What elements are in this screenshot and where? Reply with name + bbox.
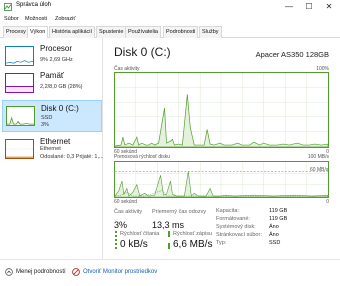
property-label: Systémový disk: bbox=[216, 224, 256, 230]
capacity-value: 119 GB bbox=[269, 208, 288, 214]
transfer-rate-graph-max: 100 MB/s bbox=[307, 154, 329, 160]
footer-bar: Menej podrobností Otvoriť Monitor prostr… bbox=[0, 259, 340, 286]
response-time-value: 13,3 ms bbox=[152, 220, 185, 230]
tab-startup[interactable]: Spustenie bbox=[96, 26, 127, 38]
disk-thumbnail-graph bbox=[6, 106, 35, 126]
tab-app-history[interactable]: História aplikácií bbox=[49, 26, 96, 38]
memory-thumbnail-graph bbox=[5, 73, 34, 93]
sidebar-item-label: Pamäť bbox=[40, 71, 64, 80]
transfer-rate-scale: 60 MB/s bbox=[310, 167, 329, 173]
active-time-graph bbox=[114, 72, 329, 148]
page-title: Disk 0 (C:) bbox=[114, 45, 171, 59]
formatted-value: 119 GB bbox=[269, 216, 288, 222]
title-bar: Správca úloh — ☐ ✕ bbox=[0, 0, 340, 14]
task-manager-icon bbox=[4, 3, 12, 11]
disk-type-value: SSD bbox=[269, 240, 281, 246]
read-speed-label: Rýchlosť čítania bbox=[120, 231, 160, 237]
write-speed-value: 6,6 MB/s bbox=[173, 239, 213, 250]
tab-details[interactable]: Podrobnosti bbox=[163, 26, 199, 38]
transfer-rate-graph-time-right: 0 bbox=[326, 199, 329, 205]
menu-bar: Súbor Možnosti Zobraziť bbox=[0, 14, 340, 25]
transfer-rate-graph-label: Prenosová rýchlosť disku bbox=[114, 154, 171, 160]
memory-usage-text: 2,2/8,0 GB (28%) bbox=[40, 84, 83, 90]
tab-services[interactable]: Služby bbox=[199, 26, 222, 38]
active-time-value: 3% bbox=[114, 220, 128, 230]
transfer-rate-graph bbox=[114, 161, 329, 198]
property-label: Stránkovací súbor: bbox=[216, 232, 262, 238]
read-rate-indicator bbox=[115, 231, 117, 249]
fewer-details-link[interactable]: Menej podrobností bbox=[16, 269, 66, 275]
sidebar-item-disk[interactable]: Disk 0 (C:) SSD 3% bbox=[2, 100, 102, 132]
property-label: Formátované: bbox=[216, 216, 250, 222]
disk-model: Apacer AS350 128GB bbox=[255, 50, 329, 59]
write-rate-indicator bbox=[168, 231, 170, 249]
chevron-up-icon[interactable] bbox=[5, 268, 13, 276]
ethernet-thumbnail-graph bbox=[5, 139, 34, 159]
tab-users[interactable]: Používatelia bbox=[125, 26, 161, 38]
open-resource-monitor-link[interactable]: Otvoriť Monitor prostriedkov bbox=[83, 269, 157, 275]
page-file-value: Áno bbox=[269, 232, 279, 238]
tab-bar: Procesy Výkon História aplikácií Spusten… bbox=[0, 25, 340, 39]
menu-view[interactable]: Zobraziť bbox=[55, 16, 75, 22]
sidebar-item-ethernet[interactable]: Ethernet Ethernet Odoslané: 0,3 Prijaté:… bbox=[2, 134, 104, 166]
ethernet-adapter-text: Ethernet bbox=[40, 146, 61, 152]
read-speed-value: 0 kB/s bbox=[120, 239, 148, 250]
transfer-rate-graph-time-left: 60 sekúnd bbox=[114, 199, 138, 205]
sidebar-item-label: Ethernet bbox=[40, 137, 71, 146]
sidebar-item-memory[interactable]: Pamäť 2,2/8,0 GB (28%) bbox=[2, 68, 102, 100]
cpu-usage-text: 9% 2,69 GHz bbox=[40, 57, 73, 63]
system-disk-value: Áno bbox=[269, 224, 279, 230]
property-label: Kapacita: bbox=[216, 208, 239, 214]
disk-type-text: SSD bbox=[41, 115, 53, 121]
menu-options[interactable]: Možnosti bbox=[25, 16, 47, 22]
menu-file[interactable]: Súbor bbox=[4, 16, 19, 22]
active-time-label: Čas aktivity bbox=[114, 209, 143, 215]
response-time-label: Priemerný čas odozvy bbox=[152, 209, 207, 215]
sidebar-item-label: Procesor bbox=[40, 44, 73, 53]
disk-detail-panel: Disk 0 (C:) Apacer AS350 128GB Čas aktiv… bbox=[104, 38, 340, 259]
tab-processes[interactable]: Procesy bbox=[3, 26, 29, 38]
property-label: Typ: bbox=[216, 240, 227, 246]
write-speed-label: Rýchlosť zápisu bbox=[173, 231, 213, 237]
ethernet-throughput-text: Odoslané: 0,3 Prijaté: 1,... bbox=[40, 154, 104, 160]
disk-usage-text: 3% bbox=[41, 122, 49, 128]
cpu-thumbnail-graph bbox=[5, 46, 34, 66]
resource-sidebar: Procesor 9% 2,69 GHz Pamäť 2,2/8,0 GB (2… bbox=[0, 38, 104, 259]
close-button[interactable]: ✕ bbox=[319, 0, 339, 14]
maximize-button[interactable]: ☐ bbox=[299, 0, 319, 14]
resource-monitor-icon bbox=[72, 268, 80, 276]
window-title: Správca úloh bbox=[16, 2, 52, 8]
sidebar-item-label: Disk 0 (C:) bbox=[41, 104, 79, 113]
minimize-button[interactable]: — bbox=[279, 0, 299, 14]
